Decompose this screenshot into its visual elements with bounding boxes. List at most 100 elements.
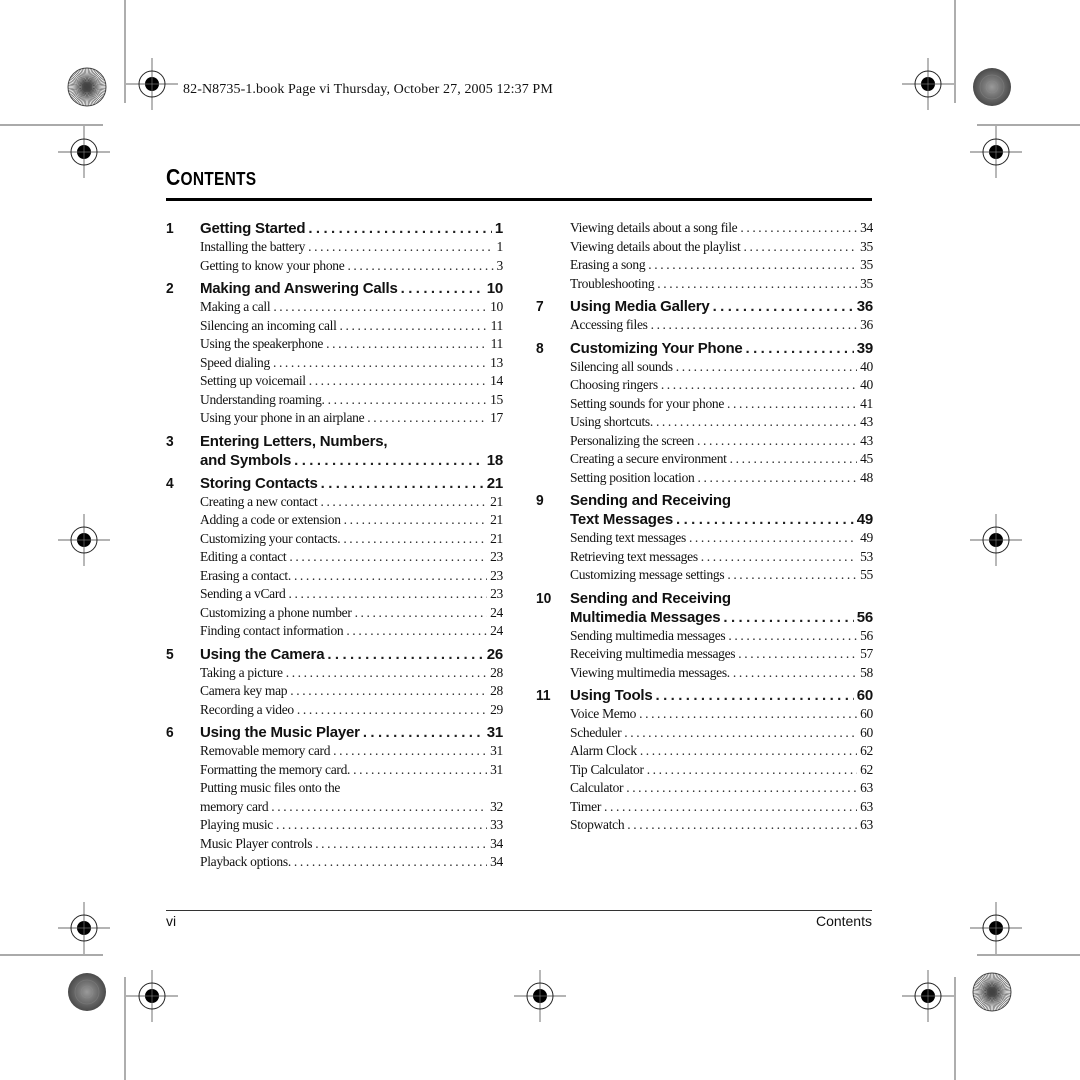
toc-chapter-heading[interactable]: Storing Contacts........................… (200, 474, 503, 493)
entry-label-line: Putting music files onto the (200, 780, 341, 795)
page-title-rest: ONTENTS (180, 169, 257, 189)
dot-leader: ........................................… (729, 451, 857, 466)
toc-entry[interactable]: Adding a code or extension..............… (200, 511, 503, 530)
toc-entry[interactable]: Creating a secure environment...........… (570, 450, 873, 469)
toc-chapter-heading[interactable]: Text Messages...........................… (570, 510, 873, 529)
page-number: 60 (860, 724, 873, 740)
toc-entry[interactable]: Using shortcuts.........................… (570, 413, 873, 432)
toc-entry[interactable]: Sending multimedia messages.............… (570, 627, 873, 646)
toc-entry[interactable]: Retrieving text messages................… (570, 548, 873, 567)
chapter-title: Customizing Your Phone (570, 339, 743, 357)
toc-chapter-heading[interactable]: Using the Camera........................… (200, 645, 503, 664)
toc-entry[interactable]: Speed dialing...........................… (200, 354, 503, 373)
toc-entry[interactable]: Scheduler...............................… (570, 724, 873, 743)
toc-entry[interactable]: Installing the battery..................… (200, 238, 503, 257)
toc-entry[interactable]: memory card.............................… (200, 798, 503, 817)
dot-leader: ........................................… (320, 493, 487, 509)
toc-chapter-heading[interactable]: Customizing Your Phone..................… (570, 339, 873, 358)
chapter-title: Using Media Gallery (570, 298, 710, 315)
toc-entry[interactable]: Editing a contact.......................… (200, 548, 503, 567)
toc-entry[interactable]: Silencing an incoming call..............… (200, 317, 503, 336)
entry-label: Customizing message settings (570, 567, 725, 582)
entry-label: Viewing details about a song file (570, 220, 738, 235)
toc-entry[interactable]: Stopwatch...............................… (570, 816, 873, 835)
toc-entry[interactable]: Creating a new contact..................… (200, 493, 503, 512)
toc-entry[interactable]: Viewing details about a song file.......… (570, 219, 873, 238)
dot-leader: ........................................… (293, 854, 487, 869)
toc-entry[interactable]: Getting to know your phone..............… (200, 257, 503, 276)
page-number: 3 (496, 257, 503, 273)
toc-entry[interactable]: Recording a video.......................… (200, 701, 503, 720)
entry-label: Making a call (200, 299, 271, 314)
toc-entry[interactable]: Timer...................................… (570, 798, 873, 817)
dot-leader: ........................................… (646, 761, 858, 777)
toc-entry[interactable]: Using your phone in an airplane.........… (200, 409, 503, 428)
toc-entry[interactable]: Voice Memo..............................… (570, 705, 873, 724)
toc-entry[interactable]: Silencing all sounds....................… (570, 358, 873, 377)
toc-entry[interactable]: Accessing files.........................… (570, 316, 873, 335)
chapter-title-line: Sending and Receiving (570, 589, 731, 607)
toc-chapter-heading[interactable]: Getting Started.........................… (200, 219, 503, 238)
dot-leader: ........................................… (688, 530, 858, 545)
toc-chapter-heading[interactable]: Using Media Gallery.....................… (570, 297, 873, 316)
toc-chapter-heading[interactable]: Making and Answering Calls..............… (200, 279, 503, 298)
toc-entry[interactable]: Erasing a contact.......................… (200, 567, 503, 586)
toc-chapter-heading[interactable]: and Symbols.............................… (200, 451, 503, 470)
toc-entry[interactable]: Erasing a song..........................… (570, 256, 873, 275)
toc-entry[interactable]: Finding contact information.............… (200, 622, 503, 641)
entry-label: Understanding roaming. (200, 391, 325, 407)
toc-entry[interactable]: Taking a picture........................… (200, 664, 503, 683)
dot-leader: ........................................… (343, 512, 488, 527)
chapter-title: and Symbols (200, 451, 292, 469)
page-number: 35 (860, 275, 873, 291)
toc-entry[interactable]: Customizing a phone number..............… (200, 604, 503, 623)
toc-entry[interactable]: Playing music...........................… (200, 816, 503, 835)
page-title: CONTENTS (166, 164, 256, 191)
toc-right-column: Viewing details about a song file.......… (536, 219, 873, 835)
toc-entry[interactable]: Calculator..............................… (570, 779, 873, 798)
page-number: 23 (490, 586, 503, 601)
gray-target-mark-icon (68, 973, 106, 1011)
toc-entry[interactable]: Making a call...........................… (200, 298, 503, 317)
toc-chapter-heading[interactable]: Using Tools.............................… (570, 686, 873, 705)
toc-entry[interactable]: Tip Calculator..........................… (570, 761, 873, 780)
entry-label: Recording a video (200, 701, 294, 717)
toc-entry[interactable]: Viewing multimedia messages.............… (570, 664, 873, 683)
toc-entry[interactable]: Formatting the memory card..............… (200, 761, 503, 780)
toc-entry[interactable]: Alarm Clock.............................… (570, 742, 873, 761)
toc-entry[interactable]: Personalizing the screen................… (570, 432, 873, 451)
toc-entry[interactable]: Troubleshooting.........................… (570, 275, 873, 294)
page-number: 33 (490, 817, 503, 832)
toc-entry[interactable]: Music Player controls...................… (200, 835, 503, 854)
toc-chapter-heading[interactable]: Using the Music Player..................… (200, 723, 503, 742)
toc-entry[interactable]: Receiving multimedia messages...........… (570, 645, 873, 664)
page-number: 29 (490, 701, 503, 717)
page-number: 34 (490, 854, 503, 869)
toc-entry[interactable]: Sending a vCard.........................… (200, 585, 503, 604)
toc-entry[interactable]: Camera key map..........................… (200, 682, 503, 701)
toc-entry[interactable]: Viewing details about the playlist......… (570, 238, 873, 257)
toc-entry[interactable]: Setting sounds for your phone...........… (570, 395, 873, 414)
toc-entry[interactable]: Choosing ringers........................… (570, 376, 873, 395)
toc-entry[interactable]: Setting position location...............… (570, 469, 873, 488)
toc-entry[interactable]: Playback options........................… (200, 853, 503, 872)
chapter-title: Using Tools (570, 687, 653, 704)
toc-chapter-heading[interactable]: Multimedia Messages.....................… (570, 608, 873, 627)
entry-label: Adding a code or extension (200, 512, 341, 527)
toc-entry[interactable]: Customizing message settings............… (570, 566, 873, 585)
entry-label: Viewing details about the playlist (570, 238, 741, 254)
dot-leader: ........................................… (346, 623, 488, 638)
page-number: 62 (860, 743, 873, 758)
entry-label: Scheduler (570, 724, 622, 740)
toc-entry[interactable]: Setting up voicemail....................… (200, 372, 503, 391)
toc-entry[interactable]: Removable memory card...................… (200, 742, 503, 761)
page-number: 11 (490, 317, 503, 333)
toc-entry[interactable]: Understanding roaming...................… (200, 391, 503, 410)
toc-entry[interactable]: Sending text messages...................… (570, 529, 873, 548)
toc-entry[interactable]: Using the speakerphone..................… (200, 335, 503, 354)
entry-label: Voice Memo (570, 706, 637, 721)
toc-entry[interactable]: Customizing your contacts...............… (200, 530, 503, 549)
page-number: 21 (486, 474, 503, 492)
page-number: 63 (860, 780, 873, 795)
entry-label: Playing music (200, 817, 273, 832)
